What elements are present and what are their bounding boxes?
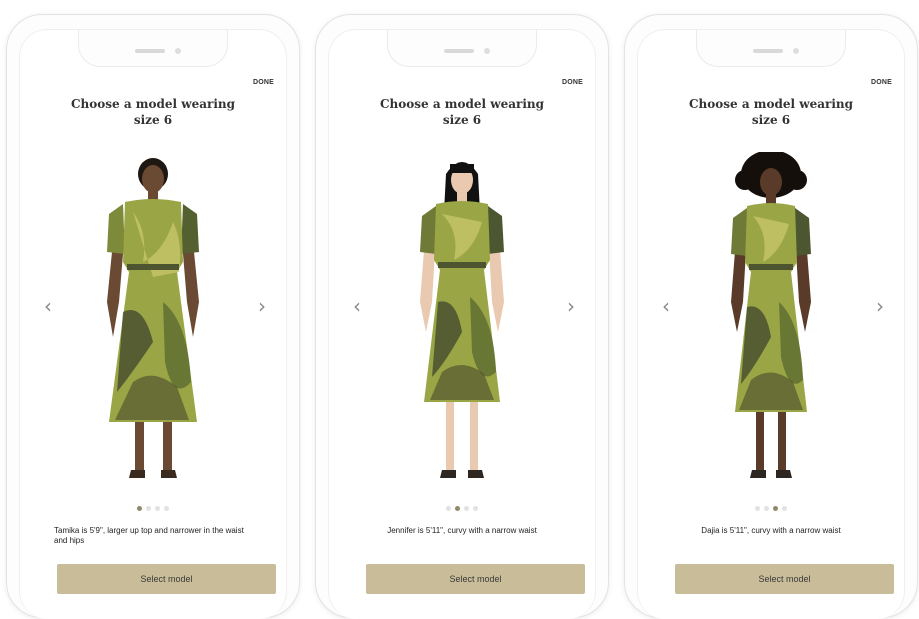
done-button[interactable]: DONE [871, 79, 892, 86]
carousel-dot[interactable] [773, 506, 778, 511]
chevron-left-icon[interactable]: ‹ [353, 296, 361, 316]
chevron-right-icon[interactable]: › [567, 296, 575, 316]
carousel-dot[interactable] [764, 506, 769, 511]
phone-notch [78, 30, 228, 67]
phone-frame-1: DONE Choose a model wearing size 6 ‹ › T… [6, 14, 300, 619]
carousel-dot[interactable] [755, 506, 760, 511]
done-button[interactable]: DONE [562, 79, 583, 86]
carousel-dot[interactable] [137, 506, 142, 511]
phone-notch [696, 30, 846, 67]
page-title: Choose a model wearing size 6 [349, 96, 575, 128]
model-image [107, 158, 199, 478]
speaker-icon [135, 49, 165, 53]
carousel-dot[interactable] [164, 506, 169, 511]
phone-frame-3: DONE Choose a model wearing size 6 ‹ › D… [624, 14, 918, 619]
carousel-dot[interactable] [473, 506, 478, 511]
chevron-left-icon[interactable]: ‹ [662, 296, 670, 316]
camera-icon [175, 48, 181, 54]
chevron-left-icon[interactable]: ‹ [44, 296, 52, 316]
title-line-2: size 6 [442, 113, 482, 127]
carousel-dot[interactable] [146, 506, 151, 511]
select-model-button[interactable]: Select model [366, 564, 585, 594]
carousel-dot[interactable] [782, 506, 787, 511]
chevron-right-icon[interactable]: › [876, 296, 884, 316]
carousel-dot[interactable] [464, 506, 469, 511]
select-model-button[interactable]: Select model [57, 564, 276, 594]
model-description: Tamika is 5'9", larger up top and narrow… [54, 526, 244, 545]
select-model-button[interactable]: Select model [675, 564, 894, 594]
carousel-dots [638, 506, 904, 511]
phone-screen: DONE Choose a model wearing size 6 ‹ › [637, 29, 905, 619]
title-line-1: Choose a model wearing [379, 97, 544, 111]
speaker-icon [444, 49, 474, 53]
model-description: Jennifer is 5'11", curvy with a narrow w… [387, 526, 537, 535]
model-image [420, 162, 504, 478]
phone-screen: DONE Choose a model wearing size 6 ‹ › [328, 29, 596, 619]
done-button[interactable]: DONE [253, 79, 274, 86]
carousel-dot[interactable] [446, 506, 451, 511]
page-title: Choose a model wearing size 6 [658, 96, 884, 128]
model-image [731, 152, 811, 478]
chevron-right-icon[interactable]: › [258, 296, 266, 316]
carousel-dot[interactable] [455, 506, 460, 511]
speaker-icon [753, 49, 783, 53]
title-line-1: Choose a model wearing [688, 97, 853, 111]
carousel-dots [329, 506, 595, 511]
title-line-1: Choose a model wearing [70, 97, 235, 111]
carousel-dot[interactable] [155, 506, 160, 511]
phone-frame-2: DONE Choose a model wearing size 6 ‹ › J… [315, 14, 609, 619]
phone-notch [387, 30, 537, 67]
carousel-dots [20, 506, 286, 511]
model-description: Dajia is 5'11", curvy with a narrow wais… [701, 526, 841, 535]
camera-icon [484, 48, 490, 54]
page-title: Choose a model wearing size 6 [40, 96, 266, 128]
title-line-2: size 6 [133, 113, 173, 127]
title-line-2: size 6 [751, 113, 791, 127]
phone-screen: DONE Choose a model wearing size 6 ‹ › [19, 29, 287, 619]
camera-icon [793, 48, 799, 54]
